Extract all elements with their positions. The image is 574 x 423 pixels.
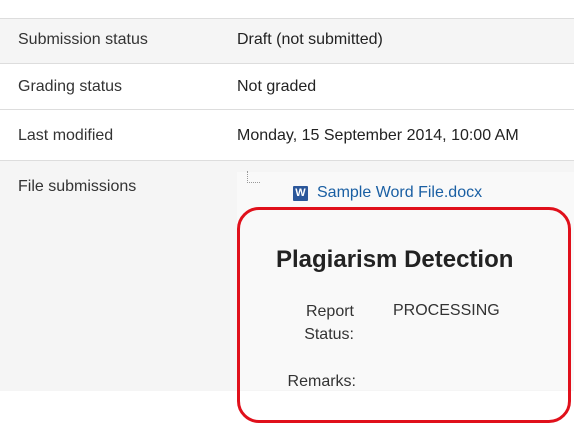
grading-status-value: Not graded: [237, 78, 317, 95]
report-status-label-line1: Report: [305, 303, 354, 320]
report-status-value: PROCESSING: [393, 302, 500, 319]
word-document-icon: W: [293, 186, 308, 201]
word-icon-glyph: W: [295, 187, 306, 199]
row-label: Last modified: [18, 127, 114, 144]
row-label: Submission status: [18, 31, 148, 48]
table-row: Grading status Not graded: [0, 63, 574, 110]
plagiarism-title: Plagiarism Detection: [276, 246, 514, 273]
submission-status-value: Draft (not submitted): [237, 31, 383, 48]
report-status-label-line2: Status:: [304, 326, 354, 343]
table-row: Submission status Draft (not submitted): [0, 18, 574, 64]
tree-connector: [247, 171, 260, 183]
report-status-label: Report Status:: [272, 300, 354, 346]
last-modified-value: Monday, 15 September 2014, 10:00 AM: [237, 127, 519, 144]
row-label: File submissions: [18, 178, 137, 195]
remarks-label: Remarks:: [287, 373, 356, 390]
file-link[interactable]: Sample Word File.docx: [317, 184, 482, 202]
file-submissions-panel: [237, 172, 574, 390]
table-row: Last modified Monday, 15 September 2014,…: [0, 109, 574, 161]
row-label: Grading status: [18, 78, 123, 95]
